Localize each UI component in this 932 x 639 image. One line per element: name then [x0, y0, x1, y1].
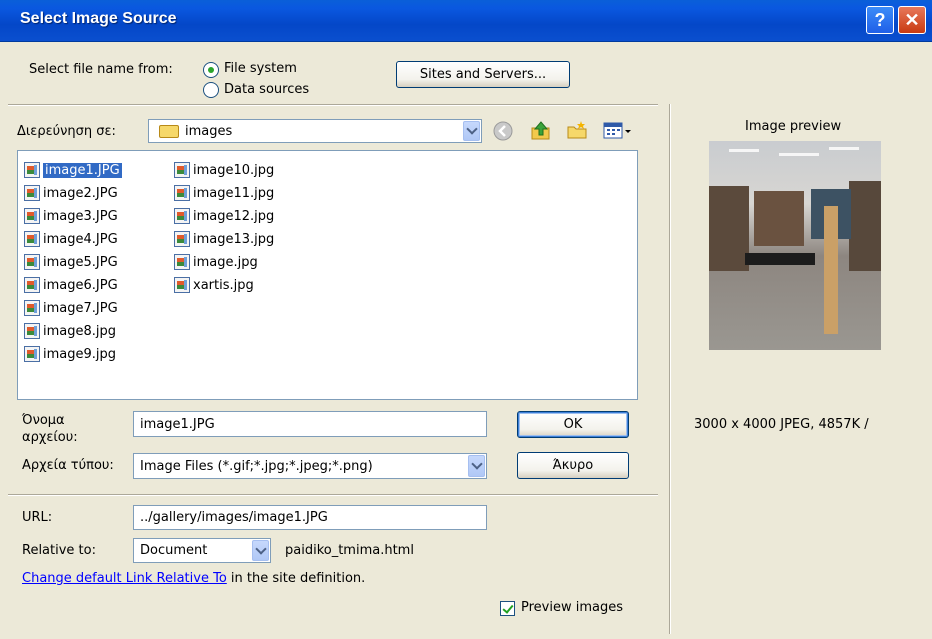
- image-file-icon: [24, 323, 40, 339]
- filetype-label: Αρχεία τύπου:: [22, 458, 114, 473]
- window-title: Select Image Source: [20, 10, 177, 27]
- file-item[interactable]: image12.jpg: [174, 206, 274, 226]
- preview-info: 3000 x 4000 JPEG, 4857K /: [694, 417, 869, 432]
- image-file-icon: [174, 277, 190, 293]
- image-file-icon: [24, 162, 40, 178]
- file-name: image.jpg: [193, 254, 258, 270]
- new-folder-icon[interactable]: [566, 119, 588, 141]
- url-label: URL:: [22, 510, 53, 525]
- preview-title: Image preview: [745, 119, 842, 134]
- image-file-icon: [24, 277, 40, 293]
- file-item[interactable]: image7.JPG: [24, 298, 118, 318]
- file-name: xartis.jpg: [193, 277, 254, 293]
- image-file-icon: [24, 300, 40, 316]
- ok-button[interactable]: OK: [517, 411, 629, 438]
- image-file-icon: [24, 346, 40, 362]
- file-item[interactable]: image11.jpg: [174, 183, 274, 203]
- file-name: image3.JPG: [43, 208, 118, 224]
- folder-icon: [159, 124, 179, 138]
- source-label: Select file name from:: [29, 62, 173, 77]
- file-name: image12.jpg: [193, 208, 275, 224]
- file-item[interactable]: image13.jpg: [174, 229, 274, 249]
- file-name: image7.JPG: [43, 300, 118, 316]
- file-name: image2.JPG: [43, 185, 118, 201]
- image-file-icon: [174, 162, 190, 178]
- close-icon: ✕: [904, 9, 920, 30]
- back-icon[interactable]: [492, 120, 514, 142]
- filename-label-line1: Όνομα: [22, 413, 65, 428]
- filename-input[interactable]: image1.JPG: [133, 411, 487, 437]
- up-folder-icon[interactable]: [530, 119, 552, 141]
- preview-images-label[interactable]: Preview images: [521, 600, 623, 615]
- middle-divider: [8, 494, 658, 496]
- chevron-down-icon[interactable]: [468, 455, 485, 477]
- chevron-down-icon[interactable]: [252, 540, 269, 561]
- file-list[interactable]: image1.JPG image2.JPG image3.JPG image4.…: [17, 150, 638, 400]
- file-name: image5.JPG: [43, 254, 118, 270]
- url-input[interactable]: ../gallery/images/image1.JPG: [133, 505, 487, 530]
- image-file-icon: [174, 231, 190, 247]
- radio-file-system[interactable]: [203, 62, 219, 78]
- file-name: image10.jpg: [193, 162, 275, 178]
- file-item[interactable]: image5.JPG: [24, 252, 118, 272]
- image-file-icon: [24, 254, 40, 270]
- file-name: image6.JPG: [43, 277, 118, 293]
- help-button[interactable]: ?: [866, 6, 894, 34]
- view-menu-icon[interactable]: [602, 119, 634, 141]
- file-item[interactable]: image4.JPG: [24, 229, 118, 249]
- top-divider: [8, 104, 658, 106]
- radio-file-system-label[interactable]: File system: [224, 61, 297, 76]
- file-name: image13.jpg: [193, 231, 275, 247]
- look-in-value: images: [185, 123, 233, 139]
- image-file-icon: [174, 185, 190, 201]
- radio-data-sources-label[interactable]: Data sources: [224, 82, 309, 97]
- preview-image: [709, 141, 881, 350]
- file-name: image8.jpg: [43, 323, 117, 339]
- relative-select[interactable]: Document: [133, 538, 271, 563]
- file-item[interactable]: image8.jpg: [24, 321, 116, 341]
- radio-data-sources[interactable]: [203, 82, 219, 98]
- file-item[interactable]: image.jpg: [174, 252, 258, 272]
- image-file-icon: [24, 185, 40, 201]
- file-name: image1.JPG: [43, 162, 122, 178]
- file-item[interactable]: image2.JPG: [24, 183, 118, 203]
- help-icon: ?: [874, 9, 886, 30]
- file-name: image4.JPG: [43, 231, 118, 247]
- change-relative-link[interactable]: Change default Link Relative To: [22, 571, 227, 586]
- file-item[interactable]: image1.JPG: [24, 160, 122, 180]
- file-name: image9.jpg: [43, 346, 117, 362]
- image-file-icon: [174, 208, 190, 224]
- preview-divider: [669, 104, 671, 634]
- file-item[interactable]: image9.jpg: [24, 344, 116, 364]
- preview-images-checkbox[interactable]: [500, 601, 515, 616]
- link-suffix: in the site definition.: [226, 571, 366, 586]
- relative-value: Document: [140, 543, 208, 558]
- chevron-down-icon[interactable]: [463, 121, 480, 141]
- filetype-value: Image Files (*.gif;*.jpg;*.jpeg;*.png): [140, 458, 373, 474]
- file-item[interactable]: image10.jpg: [174, 160, 274, 180]
- image-file-icon: [24, 231, 40, 247]
- close-button[interactable]: ✕: [898, 6, 926, 34]
- file-name: image11.jpg: [193, 185, 275, 201]
- sites-and-servers-button[interactable]: Sites and Servers...: [396, 61, 570, 88]
- relative-file: paidiko_tmima.html: [285, 543, 414, 558]
- relative-label: Relative to:: [22, 543, 96, 558]
- title-bar: Select Image Source ? ✕: [0, 0, 932, 42]
- image-file-icon: [174, 254, 190, 270]
- file-item[interactable]: image3.JPG: [24, 206, 118, 226]
- filetype-select[interactable]: Image Files (*.gif;*.jpg;*.jpeg;*.png): [133, 453, 487, 479]
- file-item[interactable]: xartis.jpg: [174, 275, 254, 295]
- filename-label-line2: αρχείου:: [22, 430, 78, 445]
- image-file-icon: [24, 208, 40, 224]
- file-item[interactable]: image6.JPG: [24, 275, 118, 295]
- cancel-button[interactable]: Άκυρο: [517, 452, 629, 479]
- look-in-label: Διερεύνηση σε:: [17, 124, 116, 139]
- link-row: Change default Link Relative To in the s…: [22, 571, 365, 586]
- look-in-combo[interactable]: images: [148, 119, 482, 143]
